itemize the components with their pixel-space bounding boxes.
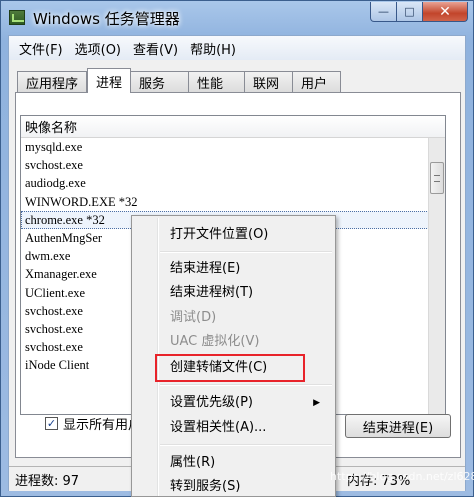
- menu-item-set-priority-label: 设置优先级(P): [170, 395, 253, 410]
- menu-item-go-to-services[interactable]: 转到服务(S): [170, 476, 330, 496]
- show-all-users-option[interactable]: ✓ 显示所有用户: [45, 414, 141, 433]
- menu-file[interactable]: 文件(F): [13, 39, 69, 58]
- minimize-button[interactable]: —: [370, 2, 397, 22]
- menu-item-end-process-tree[interactable]: 结束进程树(T): [170, 282, 330, 304]
- process-row[interactable]: svchost.exe: [21, 156, 445, 174]
- process-row[interactable]: mysqld.exe: [21, 138, 445, 156]
- tab-networking[interactable]: 联网: [245, 71, 294, 92]
- menu-help[interactable]: 帮助(H): [184, 39, 242, 58]
- maximize-icon: □: [404, 5, 415, 18]
- scrollbar-thumb[interactable]: [430, 162, 444, 194]
- tab-services[interactable]: 服务: [131, 71, 190, 92]
- title-bar[interactable]: Windows 任务管理器 — □ ✕: [1, 1, 473, 34]
- menu-options[interactable]: 选项(O): [69, 39, 127, 58]
- menu-item-end-process[interactable]: 结束进程(E): [170, 258, 330, 280]
- tab-applications[interactable]: 应用程序: [17, 71, 88, 92]
- tab-users[interactable]: 用户: [293, 71, 342, 92]
- column-header-image-name[interactable]: 映像名称: [21, 116, 445, 138]
- menu-item-set-priority[interactable]: 设置优先级(P) ▶: [170, 392, 330, 414]
- close-button[interactable]: ✕: [423, 2, 468, 22]
- tab-strip: 应用程序 进程 服务 性能 联网 用户: [17, 68, 342, 93]
- maximize-button[interactable]: □: [397, 2, 423, 22]
- process-row[interactable]: WINWORD.EXE *32: [21, 193, 445, 211]
- menu-item-set-affinity[interactable]: 设置相关性(A)...: [170, 417, 330, 439]
- red-highlight-annotation: [155, 354, 305, 382]
- window-title: Windows 任务管理器: [33, 10, 180, 28]
- submenu-arrow-icon: ▶: [313, 398, 320, 408]
- menu-separator: [160, 384, 332, 386]
- menu-view[interactable]: 查看(V): [127, 39, 184, 58]
- tab-processes[interactable]: 进程: [87, 68, 132, 93]
- menu-item-uac-virtualization: UAC 虚拟化(V): [170, 334, 260, 349]
- end-process-button[interactable]: 结束进程(E): [345, 414, 451, 438]
- close-icon: ✕: [439, 3, 451, 20]
- menu-item-debug: 调试(D): [170, 310, 217, 325]
- tab-performance[interactable]: 性能: [189, 71, 246, 92]
- watermark: https://blog.csdn.net/zl628: [330, 470, 474, 483]
- menu-item-properties[interactable]: 属性(R): [170, 452, 330, 474]
- task-manager-app-icon: [9, 10, 25, 25]
- show-all-users-label: 显示所有用户: [63, 418, 142, 433]
- menu-separator: [160, 251, 332, 253]
- window-controls: — □ ✕: [370, 2, 468, 22]
- process-row[interactable]: audiodg.exe: [21, 174, 445, 192]
- menu-item-open-file-location[interactable]: 打开文件位置(O): [170, 224, 330, 246]
- menu-separator: [160, 444, 332, 446]
- minimize-icon: —: [378, 5, 389, 18]
- show-all-users-checkbox[interactable]: ✓: [45, 417, 58, 430]
- vertical-scrollbar[interactable]: [428, 138, 445, 414]
- menu-bar: 文件(F) 选项(O) 查看(V) 帮助(H): [9, 36, 465, 60]
